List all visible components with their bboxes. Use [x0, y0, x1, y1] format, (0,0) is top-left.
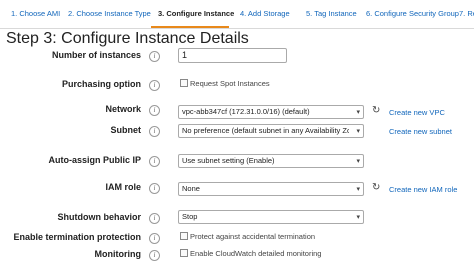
subnet-label: Subnet	[110, 125, 142, 135]
chevron-down-icon: ▾	[356, 109, 360, 116]
tab-review[interactable]: 7. Re	[459, 0, 474, 28]
detailed-monitoring-checkbox[interactable]	[180, 249, 188, 258]
create-new-vpc-link[interactable]: Create new VPC	[389, 108, 445, 117]
subnet-info-icon[interactable]: i	[149, 126, 160, 137]
create-new-subnet-link[interactable]: Create new subnet	[389, 127, 452, 136]
tab-tag-instance[interactable]: 5. Tag Instance	[306, 0, 357, 28]
tab-choose-instance-type[interactable]: 2. Choose Instance Type	[68, 0, 151, 28]
tab-add-storage[interactable]: 4. Add Storage	[240, 0, 290, 28]
network-label: Network	[105, 104, 141, 114]
auto-assign-public-ip-label: Auto-assign Public IP	[48, 155, 141, 165]
wizard-tab-bar: 1. Choose AMI 2. Choose Instance Type 3.…	[0, 0, 474, 29]
termination-protection-label: Enable termination protection	[13, 232, 141, 242]
iam-role-label: IAM role	[105, 182, 141, 192]
number-of-instances-label: Number of instances	[51, 50, 141, 60]
monitoring-option: Enable CloudWatch detailed monitoring	[180, 249, 321, 258]
active-tab-indicator	[151, 26, 229, 28]
chevron-down-icon: ▾	[356, 128, 360, 135]
number-of-instances-value: 1	[182, 50, 188, 60]
subnet-select[interactable]: No preference (default subnet in any Ava…	[178, 124, 364, 138]
shutdown-behavior-select[interactable]: Stop ▾	[178, 210, 364, 224]
termination-protection-checkbox-label[interactable]: Protect against accidental termination	[190, 232, 315, 241]
detailed-monitoring-checkbox-label[interactable]: Enable CloudWatch detailed monitoring	[190, 249, 321, 258]
network-select[interactable]: vpc-abb347cf (172.31.0.0/16) (default) ▾	[178, 105, 364, 119]
shutdown-behavior-info-icon[interactable]: i	[149, 213, 160, 224]
purchasing-option-label: Purchasing option	[61, 79, 141, 89]
monitoring-info-icon[interactable]: i	[149, 250, 160, 261]
monitoring-label: Monitoring	[94, 249, 142, 259]
network-info-icon[interactable]: i	[149, 105, 160, 116]
spot-instances-checkbox[interactable]	[180, 79, 188, 88]
auto-assign-public-ip-select[interactable]: Use subnet setting (Enable) ▾	[178, 154, 364, 168]
iam-role-selected-value: None	[182, 184, 200, 193]
termination-protection-option: Protect against accidental termination	[180, 232, 315, 241]
refresh-iam-role-icon[interactable]: ↻	[372, 183, 380, 193]
chevron-down-icon: ▾	[356, 214, 360, 221]
chevron-down-icon: ▾	[356, 186, 360, 193]
iam-role-info-icon[interactable]: i	[149, 183, 160, 194]
number-of-instances-input[interactable]: 1	[178, 48, 287, 63]
spot-instances-option: Request Spot Instances	[180, 79, 270, 88]
page-title: Step 3: Configure Instance Details	[6, 30, 249, 47]
termination-protection-info-icon[interactable]: i	[149, 233, 160, 244]
tab-choose-ami[interactable]: 1. Choose AMI	[11, 0, 60, 28]
create-new-iam-role-link[interactable]: Create new IAM role	[389, 185, 457, 194]
termination-protection-checkbox[interactable]	[180, 232, 188, 241]
spot-instances-checkbox-label[interactable]: Request Spot Instances	[190, 79, 270, 88]
chevron-down-icon: ▾	[356, 158, 360, 165]
shutdown-behavior-label: Shutdown behavior	[57, 212, 141, 222]
purchasing-option-info-icon[interactable]: i	[149, 80, 160, 91]
auto-assign-public-ip-info-icon[interactable]: i	[149, 156, 160, 167]
shutdown-behavior-selected-value: Stop	[182, 212, 198, 221]
network-selected-value: vpc-abb347cf (172.31.0.0/16) (default)	[182, 107, 310, 116]
subnet-selected-value: No preference (default subnet in any Ava…	[182, 126, 349, 135]
refresh-network-icon[interactable]: ↻	[372, 106, 380, 116]
tab-configure-security-group[interactable]: 6. Configure Security Group	[366, 0, 459, 28]
tab-configure-instance[interactable]: 3. Configure Instance	[158, 0, 234, 28]
auto-assign-public-ip-selected-value: Use subnet setting (Enable)	[182, 156, 275, 165]
number-of-instances-info-icon[interactable]: i	[149, 51, 160, 62]
iam-role-select[interactable]: None ▾	[178, 182, 364, 196]
